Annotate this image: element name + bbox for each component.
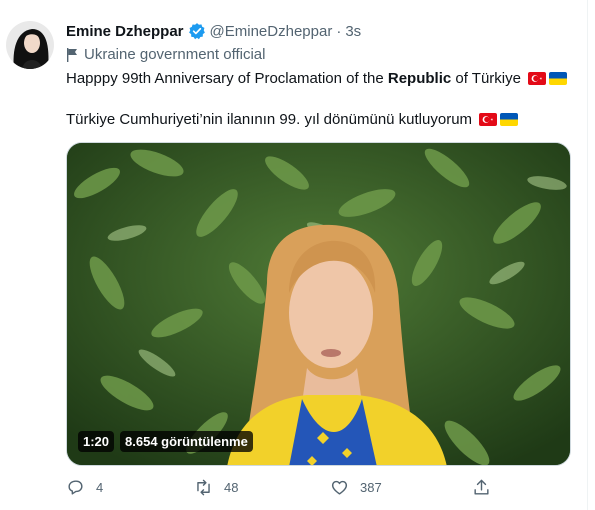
- timestamp[interactable]: 3s: [345, 23, 361, 40]
- avatar[interactable]: [6, 21, 54, 69]
- like-button[interactable]: 387: [330, 478, 382, 497]
- video-views: 8.654 görüntülenme: [120, 431, 253, 452]
- tweet-header: Emine Dzheppar @EmineDzheppar · 3s: [66, 22, 361, 40]
- author-name[interactable]: Emine Dzheppar: [66, 23, 184, 40]
- retweet-button[interactable]: 48: [194, 478, 238, 497]
- reply-count: 4: [96, 480, 104, 495]
- tweet-text-line-2: Türkiye Cumhuriyeti’nin ilanının 99. yıl…: [66, 111, 519, 128]
- affiliation-label: Ukraine government official: [66, 46, 265, 63]
- flag-icon: [66, 47, 78, 62]
- reply-icon: [68, 480, 83, 495]
- tweet-text-bold: Republic: [387, 70, 452, 87]
- turkey-flag-icon: [528, 72, 547, 85]
- affiliation-text: Ukraine government official: [84, 46, 266, 63]
- ukraine-flag-icon: [549, 72, 568, 85]
- tweet-text-part: Türkiye Cumhuriyeti’nin ilanının 99. yıl…: [66, 111, 473, 128]
- video-player[interactable]: [66, 142, 571, 466]
- verified-badge-icon: [188, 22, 206, 40]
- share-button[interactable]: [472, 478, 502, 497]
- tweet-text-line-1: Happpy 99th Anniversary of Proclamation …: [66, 70, 568, 87]
- separator-dot: ·: [336, 22, 342, 40]
- video-duration: 1:20: [78, 431, 115, 452]
- video-overlay: 1:20 8.654 görüntülenme: [78, 431, 253, 452]
- share-icon: [474, 479, 489, 495]
- ukraine-flag-icon: [500, 113, 519, 126]
- tweet-actions: 4 48 387: [66, 478, 506, 500]
- author-handle[interactable]: @EmineDzheppar: [210, 23, 333, 40]
- turkey-flag-icon: [479, 113, 498, 126]
- reply-button[interactable]: 4: [66, 478, 103, 497]
- retweet-icon: [197, 479, 210, 496]
- retweet-count: 48: [224, 480, 239, 495]
- tweet-text-part: of Türkiye: [451, 70, 521, 87]
- like-icon: [331, 480, 348, 495]
- video-frame: [67, 143, 570, 465]
- tweet-text-part: Happpy 99th Anniversary of Proclamation …: [66, 70, 388, 87]
- like-count: 387: [360, 480, 382, 495]
- tweet[interactable]: Emine Dzheppar @EmineDzheppar · 3s Ukrai…: [0, 0, 588, 510]
